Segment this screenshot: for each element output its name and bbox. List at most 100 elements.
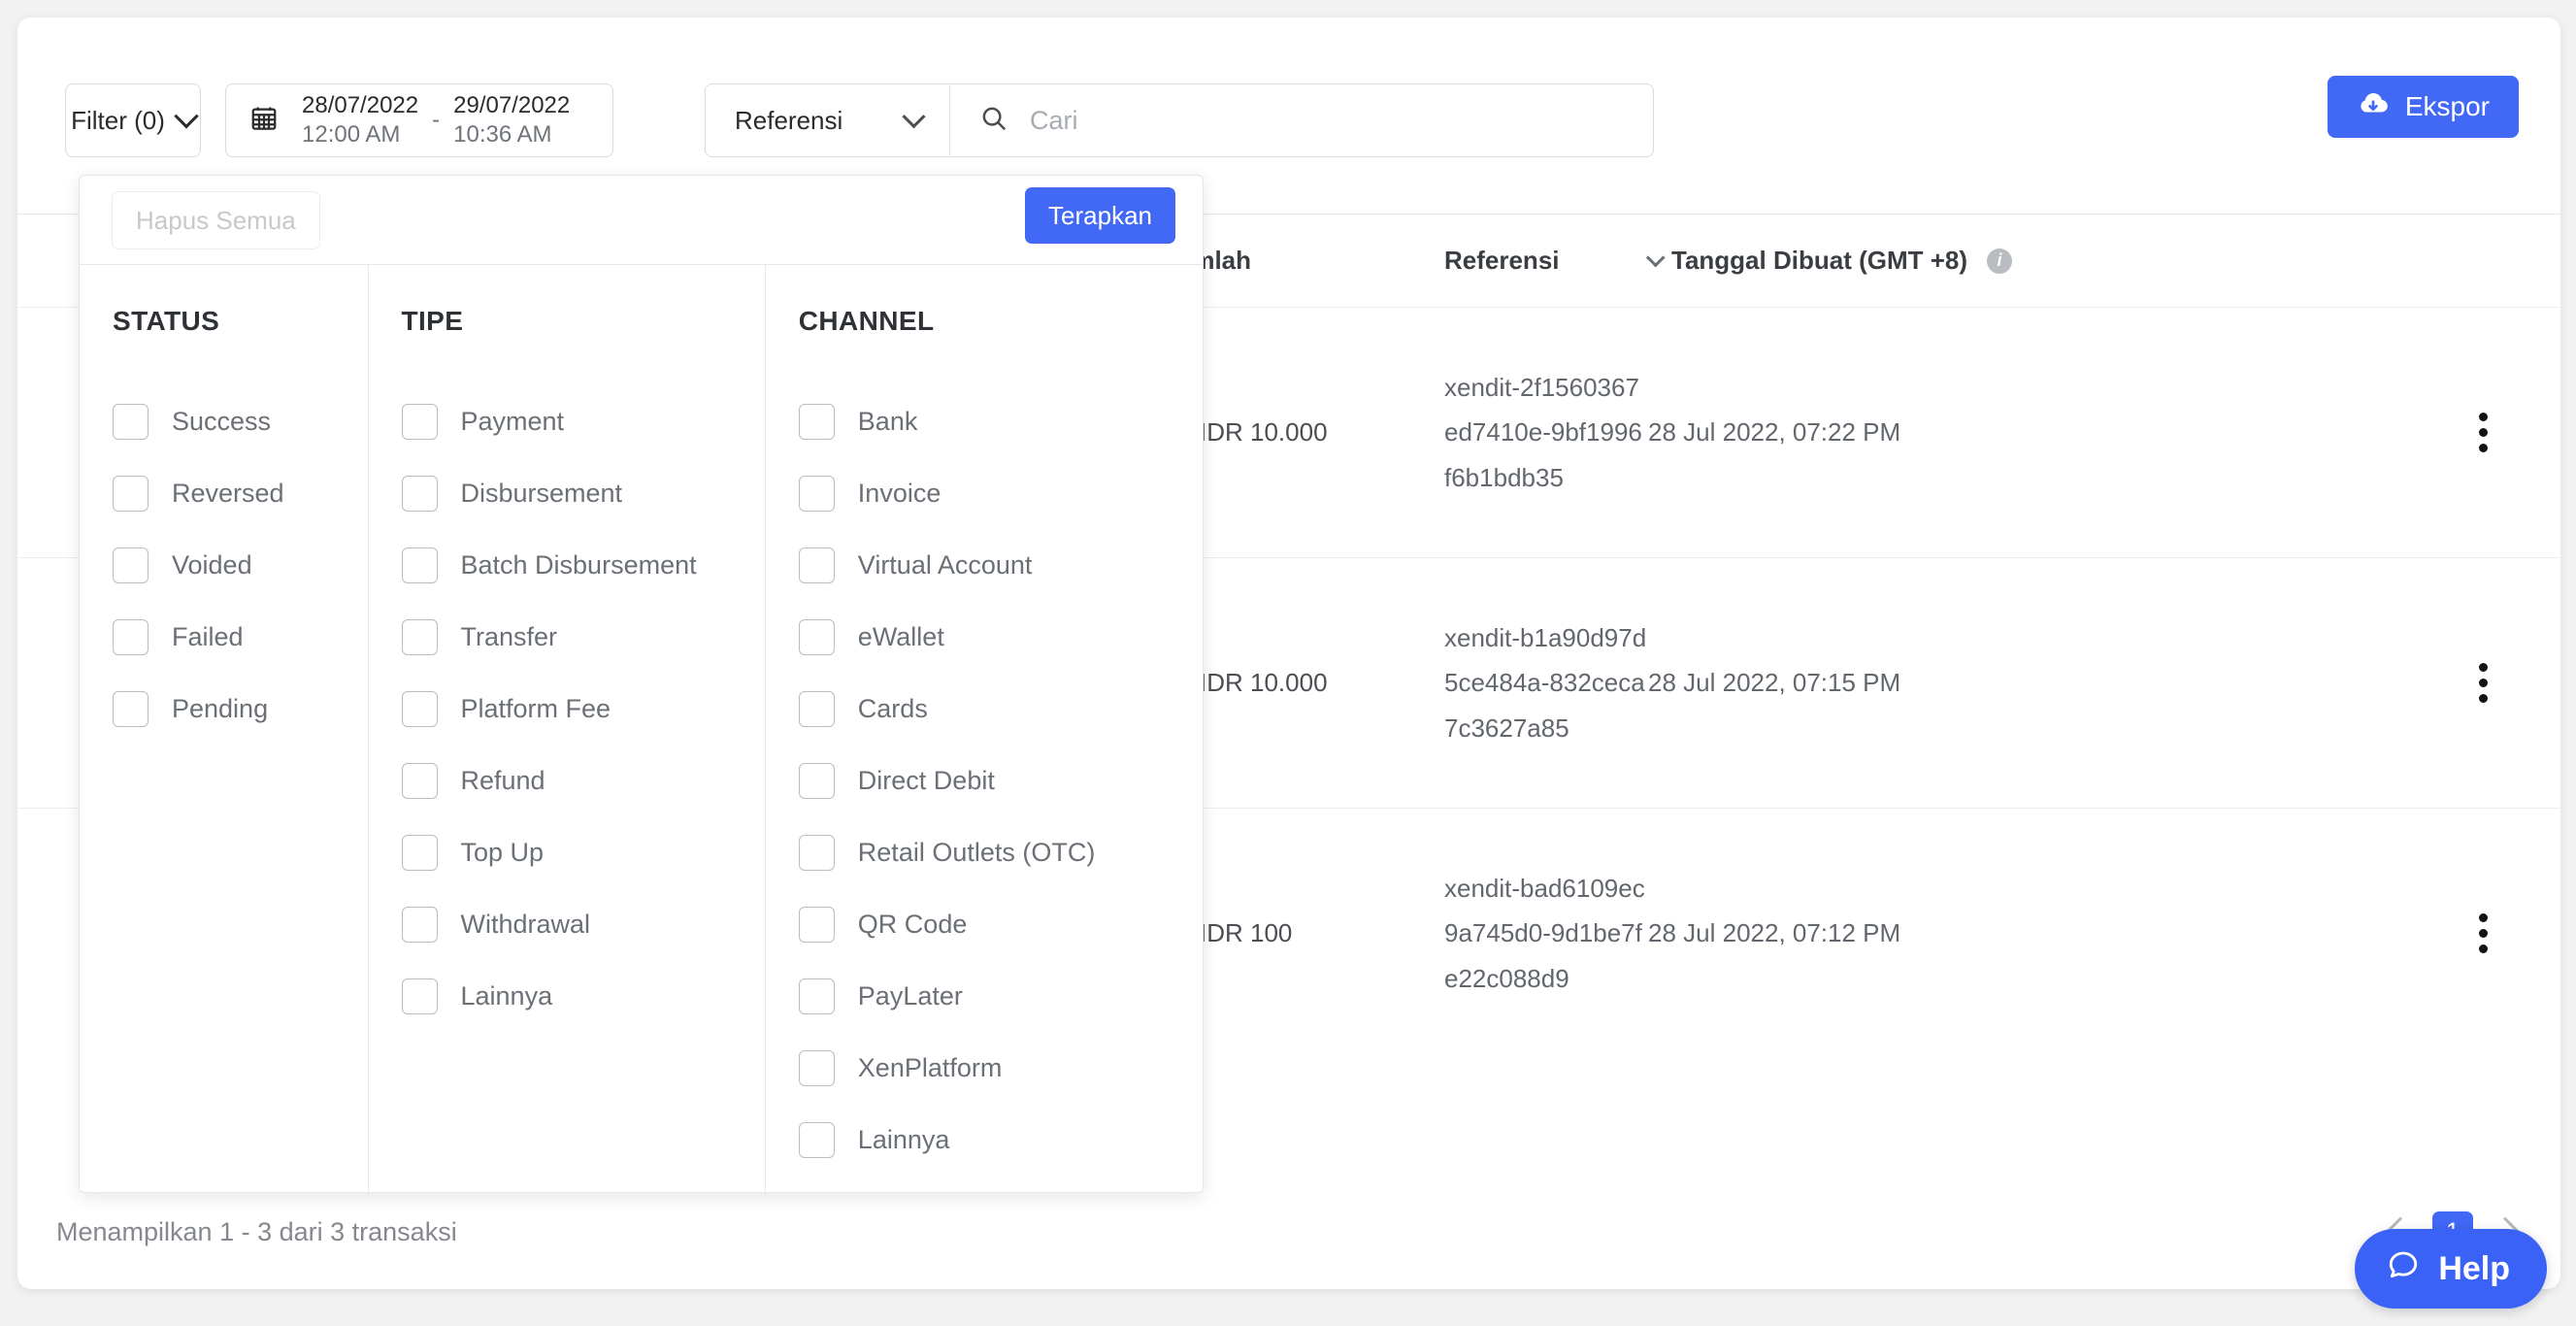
filter-option[interactable]: Reversed <box>113 457 368 529</box>
checkbox-icon[interactable] <box>798 1121 835 1158</box>
filter-option[interactable]: Retail Outlets (OTC) <box>798 816 1203 888</box>
checkbox-icon[interactable] <box>401 690 438 727</box>
filter-option[interactable]: Lainnya <box>401 960 765 1032</box>
filter-option-label: Bank <box>857 406 918 436</box>
checkbox-icon[interactable] <box>113 547 149 583</box>
filter-option[interactable]: Direct Debit <box>798 745 1203 816</box>
cell-reference: xendit-2f1560367ed7410e-9bf1996f6b1bdb35 <box>1444 373 1642 492</box>
search-field-select-label: Referensi <box>735 105 843 135</box>
filter-option[interactable]: Payment <box>401 385 765 457</box>
filter-option-label: PayLater <box>857 980 963 1011</box>
filter-option-label: Payment <box>460 406 565 436</box>
filter-option[interactable]: Batch Disbursement <box>401 529 765 601</box>
filter-dropdown-panel: Hapus Semua Terapkan STATUS Success Revers… <box>79 175 1204 1194</box>
help-widget-button[interactable]: Help <box>2355 1229 2547 1309</box>
checkbox-icon[interactable] <box>401 475 438 512</box>
checkbox-icon[interactable] <box>798 834 835 871</box>
checkbox-icon[interactable] <box>401 403 438 440</box>
filter-option[interactable]: Failed <box>113 601 368 673</box>
checkbox-icon[interactable] <box>113 618 149 655</box>
export-button[interactable]: Ekspor <box>2327 76 2519 138</box>
checkbox-icon[interactable] <box>401 547 438 583</box>
row-actions-menu-icon[interactable] <box>2463 663 2502 703</box>
date-range-start: 28/07/2022 12:00 AM <box>302 91 418 149</box>
export-button-label: Ekspor <box>2404 91 2490 121</box>
filter-option[interactable]: XenPlatform <box>798 1032 1203 1104</box>
header-created-date-label: Tanggal Dibuat (GMT +8) <box>1671 246 1968 275</box>
checkbox-icon[interactable] <box>401 978 438 1014</box>
checkbox-icon[interactable] <box>401 834 438 871</box>
search-field-select[interactable]: Referensi <box>706 84 950 156</box>
filter-panel-header: Hapus Semua Terapkan <box>80 176 1203 265</box>
checkbox-icon[interactable] <box>401 906 438 943</box>
filter-button[interactable]: Filter (0) <box>65 83 201 157</box>
chat-bubble-icon <box>2386 1247 2421 1291</box>
filter-option-label: Top Up <box>460 837 545 867</box>
checkbox-icon[interactable] <box>798 762 835 799</box>
filter-option-label: Virtual Account <box>857 549 1033 580</box>
filter-option[interactable]: Lainnya <box>798 1104 1203 1176</box>
filter-option-label: Lainnya <box>857 1124 950 1154</box>
checkbox-icon[interactable] <box>401 762 438 799</box>
checkbox-icon[interactable] <box>798 403 835 440</box>
checkbox-icon[interactable] <box>113 690 149 727</box>
toolbar: Filter (0) 28/07/2022 12:00 AM - 29/07/2… <box>17 17 2560 215</box>
filter-option[interactable]: Virtual Account <box>798 529 1203 601</box>
checkbox-icon[interactable] <box>798 690 835 727</box>
checkbox-icon[interactable] <box>798 978 835 1014</box>
filter-option[interactable]: Voided <box>113 529 368 601</box>
cell-amount-value: IDR 100 <box>1200 918 1293 947</box>
apply-filter-button[interactable]: Terapkan <box>1025 187 1175 244</box>
filter-option[interactable]: Top Up <box>401 816 765 888</box>
checkbox-icon[interactable] <box>798 1049 835 1086</box>
calendar-icon <box>249 104 279 138</box>
filter-option-label: Withdrawal <box>460 909 591 939</box>
cell-reference: xendit-b1a90d97d5ce484a-832ceca7c3627a85 <box>1444 623 1647 743</box>
row-actions-menu-icon[interactable] <box>2463 413 2502 452</box>
app-root: Filter (0) 28/07/2022 12:00 AM - 29/07/2… <box>0 0 2576 1326</box>
clear-all-button[interactable]: Hapus Semua <box>112 191 320 249</box>
filter-option-label: Disbursement <box>460 478 623 508</box>
checkbox-icon[interactable] <box>798 618 835 655</box>
search-input[interactable] <box>1030 84 1653 156</box>
row-actions-menu-icon[interactable] <box>2463 913 2502 953</box>
filter-option[interactable]: Success <box>113 385 368 457</box>
checkbox-icon[interactable] <box>401 618 438 655</box>
filter-option[interactable]: Bank <box>798 385 1203 457</box>
cloud-download-icon <box>2357 87 2390 127</box>
filter-option[interactable]: Pending <box>113 673 368 745</box>
filter-option[interactable]: QR Code <box>798 888 1203 960</box>
search-icon <box>979 104 1008 138</box>
cell-amount-value: IDR 10.000 <box>1200 417 1328 447</box>
checkbox-icon[interactable] <box>798 906 835 943</box>
filter-option[interactable]: Disbursement <box>401 457 765 529</box>
date-range-end: 29/07/2022 10:36 AM <box>453 91 570 149</box>
filter-option-label: Failed <box>172 621 244 651</box>
filter-option[interactable]: PayLater <box>798 960 1203 1032</box>
filter-option[interactable]: eWallet <box>798 601 1203 673</box>
filter-group-title: TIPE <box>401 306 464 336</box>
header-created-date[interactable]: Tanggal Dibuat (GMT +8) i <box>1645 246 2560 276</box>
cell-reference: xendit-bad6109ec9a745d0-9d1be7fe22c088d9 <box>1444 874 1645 993</box>
cell-amount: IDR 10.000 <box>1163 414 1444 450</box>
date-range-picker[interactable]: 28/07/2022 12:00 AM - 29/07/2022 10:36 A… <box>225 83 613 157</box>
checkbox-icon[interactable] <box>113 475 149 512</box>
checkbox-icon[interactable] <box>798 475 835 512</box>
checkbox-icon[interactable] <box>798 547 835 583</box>
filter-option-label: Retail Outlets (OTC) <box>857 837 1096 867</box>
cell-amount: IDR 10.000 <box>1163 665 1444 701</box>
cell-created-date: 28 Jul 2022, 07:12 PM <box>1648 918 1901 947</box>
filter-option-label: Direct Debit <box>857 765 995 795</box>
filter-option[interactable]: Platform Fee <box>401 673 765 745</box>
end-date: 29/07/2022 <box>453 92 571 118</box>
filter-option[interactable]: Withdrawal <box>401 888 765 960</box>
checkbox-icon[interactable] <box>113 403 149 440</box>
filter-option[interactable]: Transfer <box>401 601 765 673</box>
filter-option[interactable]: Invoice <box>798 457 1203 529</box>
filter-group-title: STATUS <box>113 306 220 336</box>
info-icon[interactable]: i <box>1987 248 2013 274</box>
filter-option[interactable]: Refund <box>401 745 765 816</box>
filter-option[interactable]: Cards <box>798 673 1203 745</box>
search-bar: Referensi <box>705 83 1654 157</box>
cell-amount-value: IDR 10.000 <box>1200 668 1328 697</box>
